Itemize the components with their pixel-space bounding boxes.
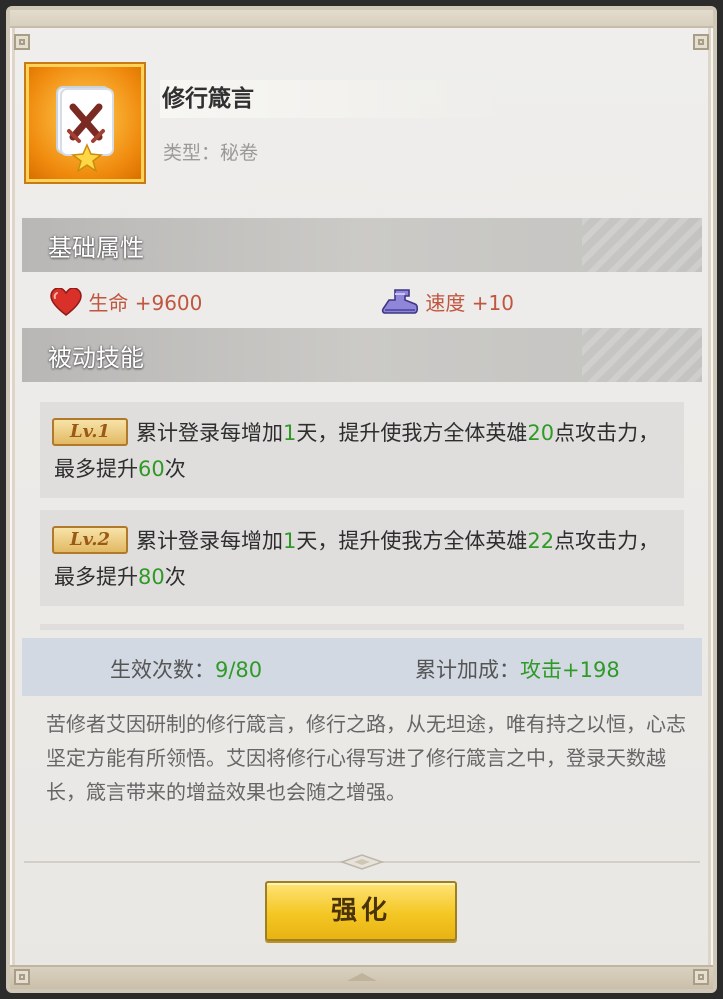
scroll-crossed-swords-icon bbox=[26, 64, 144, 182]
divider-ornament-icon bbox=[339, 854, 384, 870]
section-title: 被动技能 bbox=[48, 344, 144, 372]
section-header-base-stats: 基础属性 bbox=[22, 218, 702, 272]
skill-description: 累计登录每增加1天，提升使我方全体英雄20点攻击力，最多提升60次 bbox=[54, 421, 660, 481]
boot-icon bbox=[381, 289, 419, 314]
header-decoration bbox=[582, 218, 702, 272]
skill-description: 累计登录每增加1天，提升使我方全体英雄22点攻击力，最多提升80次 bbox=[54, 529, 660, 589]
skill-list-overflow[interactable] bbox=[40, 624, 684, 630]
item-lore-description: 苦修者艾因研制的修行箴言，修行之路，从无坦途，唯有持之以恒，心志坚定方能有所领悟… bbox=[46, 712, 686, 804]
item-detail-panel: 修行箴言 类型：秘卷 基础属性 生命 +9600 速度 +10 被动技能 Lv.… bbox=[6, 6, 717, 993]
skill-level-2: Lv.2 累计登录每增加1天，提升使我方全体英雄22点攻击力，最多提升80次 bbox=[40, 510, 684, 606]
stat-life-value: 生命 +9600 bbox=[88, 291, 203, 315]
bottom-ornament-icon bbox=[346, 973, 377, 981]
corner-ornament-icon bbox=[14, 34, 30, 50]
section-header-passive-skill: 被动技能 bbox=[22, 328, 702, 382]
stat-speed: 速度 +10 bbox=[381, 287, 514, 316]
item-type: 类型：秘卷 bbox=[163, 142, 259, 164]
effect-count: 生效次数：9/80 bbox=[110, 658, 263, 682]
stat-speed-value: 速度 +10 bbox=[425, 291, 514, 315]
stat-life: 生命 +9600 bbox=[50, 287, 202, 316]
effect-bonus: 累计加成：攻击+198 bbox=[415, 658, 620, 682]
section-title: 基础属性 bbox=[48, 234, 144, 262]
effect-summary-bar: 生效次数：9/80 累计加成：攻击+198 bbox=[22, 638, 702, 696]
panel-top-border bbox=[10, 10, 713, 28]
corner-ornament-icon bbox=[693, 969, 709, 985]
header-decoration bbox=[582, 328, 702, 382]
corner-ornament-icon bbox=[693, 34, 709, 50]
upgrade-button[interactable]: 强化 bbox=[265, 881, 457, 941]
skill-level-1: Lv.1 累计登录每增加1天，提升使我方全体英雄20点攻击力，最多提升60次 bbox=[40, 402, 684, 498]
heart-icon bbox=[50, 287, 82, 316]
item-name: 修行箴言 bbox=[160, 80, 500, 118]
corner-ornament-icon bbox=[14, 969, 30, 985]
